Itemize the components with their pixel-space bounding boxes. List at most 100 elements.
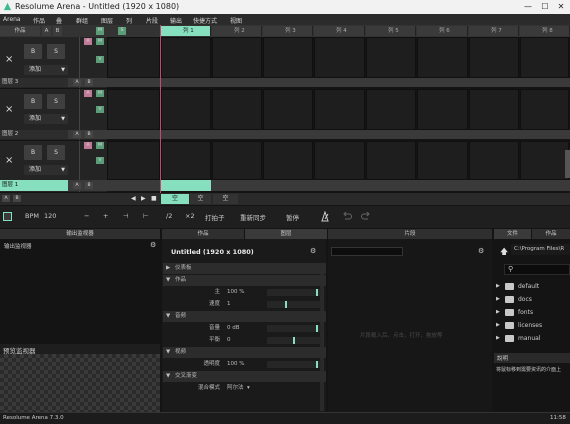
layer-2-solo-button[interactable]: S (47, 94, 65, 109)
metronome-toggle[interactable] (3, 212, 12, 221)
slider-handle[interactable] (285, 301, 287, 308)
clip-slot[interactable] (417, 89, 468, 130)
deck-m-button[interactable]: M (96, 27, 104, 35)
clip-slot[interactable] (263, 37, 313, 78)
layer-1-v-button[interactable]: V (96, 157, 104, 164)
layer-1-blend-select[interactable]: 添加 ▼ (24, 165, 68, 175)
menu-shortcuts[interactable]: 快捷方式 (193, 16, 217, 25)
bpm-minus-button[interactable]: − (84, 212, 89, 220)
resync-button[interactable]: 重新同步 (240, 212, 266, 222)
chevron-right-icon[interactable]: ▶ (496, 319, 500, 332)
clip-slot[interactable] (212, 141, 262, 180)
section-header[interactable]: ▼ 视频 (163, 347, 326, 358)
slider-handle[interactable] (316, 289, 318, 296)
chevron-right-icon[interactable]: ▶ (496, 293, 500, 306)
layer-2-clear-button[interactable]: × (5, 104, 13, 115)
layer-3-strip-b[interactable]: B (85, 79, 93, 86)
clip-slot[interactable] (520, 89, 569, 130)
clip-slot[interactable] (417, 37, 468, 78)
layer-3-blend-select[interactable]: 添加 ▼ (24, 65, 68, 75)
deck-tab-b[interactable]: B (53, 26, 62, 36)
deck-tab-a[interactable]: A (42, 26, 51, 36)
section-header[interactable]: ▼ 作品 (163, 275, 326, 286)
param-slider[interactable] (267, 325, 321, 332)
param-value[interactable]: 100 % (227, 359, 263, 370)
layer-2-a-button[interactable]: A (84, 90, 92, 97)
column-header-8[interactable]: 列 8 (520, 26, 570, 36)
column-trigger-3[interactable]: 空 (213, 194, 238, 204)
minimize-button[interactable]: — (522, 2, 534, 11)
clip-slot[interactable] (469, 89, 519, 130)
file-list-item[interactable]: ▶ default (496, 280, 570, 293)
tab-clip[interactable]: 片段 (328, 229, 492, 239)
clip-slot[interactable] (161, 89, 211, 130)
column-trigger-1[interactable]: 空 (161, 194, 189, 204)
clip-slot[interactable] (314, 37, 365, 78)
clip-slot[interactable] (107, 141, 160, 180)
clip-slot[interactable] (263, 89, 313, 130)
gear-icon[interactable]: ⚙ (478, 247, 484, 255)
slider-handle[interactable] (316, 361, 318, 368)
redo-icon[interactable] (361, 212, 371, 221)
clip-slot[interactable] (263, 141, 313, 180)
param-value[interactable]: 0 (227, 335, 263, 346)
clip-slot[interactable] (366, 37, 416, 78)
clip-slot[interactable] (161, 37, 211, 78)
column-header-3[interactable]: 列 3 (263, 26, 313, 36)
layer-3-name[interactable]: 图层 3 (0, 78, 68, 87)
layer-1-a-button[interactable]: A (84, 142, 92, 149)
deck-s-button[interactable]: S (118, 27, 126, 35)
file-list-item[interactable]: ▶ docs (496, 293, 570, 306)
bottom-a-button[interactable]: A (2, 195, 10, 202)
grid-scrollbar[interactable] (565, 150, 570, 178)
layer-1-strip-b[interactable]: B (85, 182, 93, 189)
file-list-item[interactable]: ▶ fonts (496, 306, 570, 319)
layer-1-solo-button[interactable]: S (47, 145, 65, 160)
section-header[interactable]: ▼ 交叉渐变 (163, 371, 326, 382)
bottom-b-button[interactable]: B (13, 195, 21, 202)
clip-slot[interactable] (314, 89, 365, 130)
bpm-plus-button[interactable]: + (103, 212, 108, 220)
param-value[interactable]: 阿尔法 (227, 383, 263, 394)
layer-2-name[interactable]: 图层 2 (0, 130, 68, 139)
layer-3-m-button[interactable]: M (96, 38, 104, 45)
column-header-5[interactable]: 列 5 (366, 26, 416, 36)
section-header[interactable]: ▼ 音频 (163, 311, 326, 322)
layer-1-bypass-button[interactable]: B (24, 145, 42, 160)
column-header-6[interactable]: 列 6 (417, 26, 468, 36)
menu-view[interactable]: 视图 (230, 16, 242, 25)
layer-1-name[interactable]: 图层 1 (0, 180, 68, 191)
prev-column-icon[interactable]: ◀ (131, 195, 136, 202)
layer-1-m-button[interactable]: M (96, 142, 104, 149)
chevron-down-icon[interactable]: ▾ (247, 383, 250, 394)
deck-tab-composition[interactable]: 作品 (0, 26, 40, 36)
file-list-item[interactable]: ▶ licenses (496, 319, 570, 332)
nudge-right-button[interactable]: ⊢ (143, 212, 149, 220)
nudge-left-button[interactable]: ⊣ (123, 212, 129, 220)
metronome-icon[interactable] (320, 211, 330, 222)
clip-slot[interactable] (107, 37, 160, 78)
pause-button[interactable]: 暂停 (286, 212, 299, 222)
gear-icon[interactable]: ⚙ (150, 241, 156, 249)
close-button[interactable]: ✕ (555, 2, 567, 11)
clip-slot[interactable] (366, 141, 416, 180)
column-header-7[interactable]: 列 7 (469, 26, 519, 36)
layer-3-strip-a[interactable]: A (73, 79, 81, 86)
clip-slot[interactable] (314, 141, 365, 180)
file-list-item[interactable]: ▶ manual (496, 332, 570, 345)
menu-deck[interactable]: 叠 (56, 16, 62, 25)
layer-3-clear-button[interactable]: × (5, 54, 13, 65)
tab-output-monitor[interactable]: 输出监视器 (0, 229, 160, 239)
chevron-right-icon[interactable]: ▶ (496, 332, 500, 345)
param-value[interactable]: 100 % (227, 287, 263, 298)
slider-handle[interactable] (293, 337, 295, 344)
layer-2-v-button[interactable]: V (96, 106, 104, 113)
layer-2-strip-a[interactable]: A (73, 131, 81, 138)
section-header[interactable]: ▶ 仪表板 (163, 263, 326, 274)
clip-slot[interactable] (469, 37, 519, 78)
next-column-icon[interactable]: ▶ (141, 195, 146, 202)
bpm-half-button[interactable]: /2 (166, 212, 172, 220)
menu-column[interactable]: 列 (126, 16, 132, 25)
layer-3-bypass-button[interactable]: B (24, 44, 42, 59)
layer-1-strip-a[interactable]: A (73, 182, 81, 189)
